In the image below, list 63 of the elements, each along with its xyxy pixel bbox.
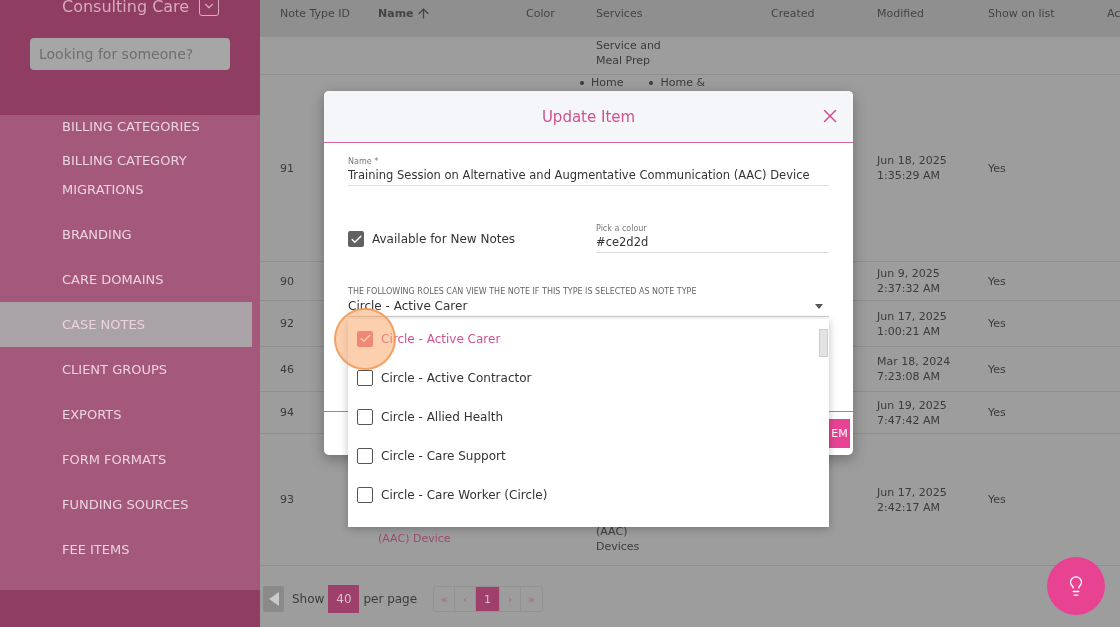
sidebar-item[interactable]: FUNDING SOURCES xyxy=(0,482,252,527)
show-label: Show xyxy=(292,592,325,606)
name-field[interactable]: Training Session on Alternative and Augmentative Communication (AAC) Device xyxy=(348,168,829,186)
column-header[interactable]: Name xyxy=(378,6,526,31)
left-triangle-icon xyxy=(268,592,279,606)
service-item: Home xyxy=(580,75,624,90)
colour-field[interactable]: #ce2d2d xyxy=(596,235,829,253)
table-cell: 90 xyxy=(280,273,294,289)
sidebar-item[interactable]: FORM FORMATS xyxy=(0,437,252,482)
table-cell: Yes xyxy=(988,273,1006,289)
name-link[interactable]: (AAC) Device xyxy=(378,531,526,565)
sidebar-item[interactable]: CLIENT GROUPS xyxy=(0,347,252,392)
table-cell: 94 xyxy=(280,405,294,420)
table-cell: Yes xyxy=(988,316,1006,331)
table-cell: Jun 17, 2025 2:42:17 AM xyxy=(877,484,947,515)
column-header[interactable]: Note Type ID xyxy=(280,7,378,30)
services-text: Service and Meal Prep xyxy=(596,38,662,69)
table-cell: Jun 17, 2025 1:00:21 AM xyxy=(877,308,947,339)
sidebar-item[interactable]: BILLING CATEGORIES xyxy=(0,115,252,138)
column-header[interactable]: Modified xyxy=(877,7,988,30)
role-option[interactable]: Circle - Allied Health xyxy=(348,397,829,436)
role-option[interactable]: Circle - Care Worker (Circle) xyxy=(348,475,829,514)
page-size-select[interactable]: 40 xyxy=(328,585,360,613)
column-header[interactable]: Ac xyxy=(1107,7,1120,30)
field-label: Pick a colour xyxy=(596,224,648,233)
roles-label: THE FOLLOWING ROLES CAN VIEW THE NOTE IF THIS TYPE IS SELECTED AS NOTE TYPE xyxy=(348,287,698,296)
roles-select[interactable]: Circle - Active Carer xyxy=(348,296,829,317)
table-cell: Yes xyxy=(988,160,1006,176)
field-label: Name * xyxy=(348,157,380,166)
table-cell: Mar 18, 2024 7:23:08 AM xyxy=(877,354,951,384)
sidebar-item[interactable]: FEE ITEMS xyxy=(0,527,252,572)
dropdown-icon[interactable] xyxy=(199,0,220,16)
column-header[interactable]: Show on list xyxy=(988,7,1107,30)
page-button[interactable]: 1 xyxy=(476,587,501,611)
table-cell: Jun 9, 2025 2:37:32 AM xyxy=(877,266,940,296)
collapse-button[interactable] xyxy=(263,586,284,612)
org-name: Consulting Care xyxy=(62,0,190,16)
table-cell: Yes xyxy=(988,361,1006,377)
table-cell: 46 xyxy=(280,361,294,377)
table-cell: Jun 19, 2025 7:47:42 AM xyxy=(877,397,947,428)
column-header[interactable]: Services xyxy=(596,7,771,30)
dialog-title: Update Item xyxy=(541,107,636,126)
table-cell: Yes xyxy=(988,405,1006,420)
table-cell: 92 xyxy=(280,316,294,331)
column-header[interactable]: Color xyxy=(526,7,596,30)
services-text: (AAC) Devices xyxy=(596,524,641,555)
role-option[interactable]: Circle - Active Contractor xyxy=(348,358,829,397)
sidebar-item[interactable]: BILLING CATEGORY MIGRATIONS xyxy=(0,138,252,212)
table-cell: Jun 18, 2025 1:35:29 AM xyxy=(877,153,947,183)
scrollbar-thumb[interactable] xyxy=(819,329,828,357)
service-item: Home & xyxy=(649,75,706,90)
caret-icon xyxy=(815,303,823,309)
submit-button[interactable]: EM xyxy=(829,419,850,448)
column-header[interactable]: Created xyxy=(771,7,877,30)
sidebar-item[interactable]: BRANDING xyxy=(0,212,252,257)
sidebar-item[interactable]: EXPORTS xyxy=(0,392,252,437)
table-cell: 93 xyxy=(280,492,294,507)
table-cell: Yes xyxy=(988,492,1006,507)
available-checkbox[interactable]: Available for New Notes xyxy=(348,231,516,253)
role-option[interactable]: Circle - Care Support xyxy=(348,436,829,475)
table-cell: 91 xyxy=(280,160,294,176)
per-page-label: per page xyxy=(363,592,418,606)
sidebar-item[interactable]: CARE DOMAINS xyxy=(0,257,252,302)
